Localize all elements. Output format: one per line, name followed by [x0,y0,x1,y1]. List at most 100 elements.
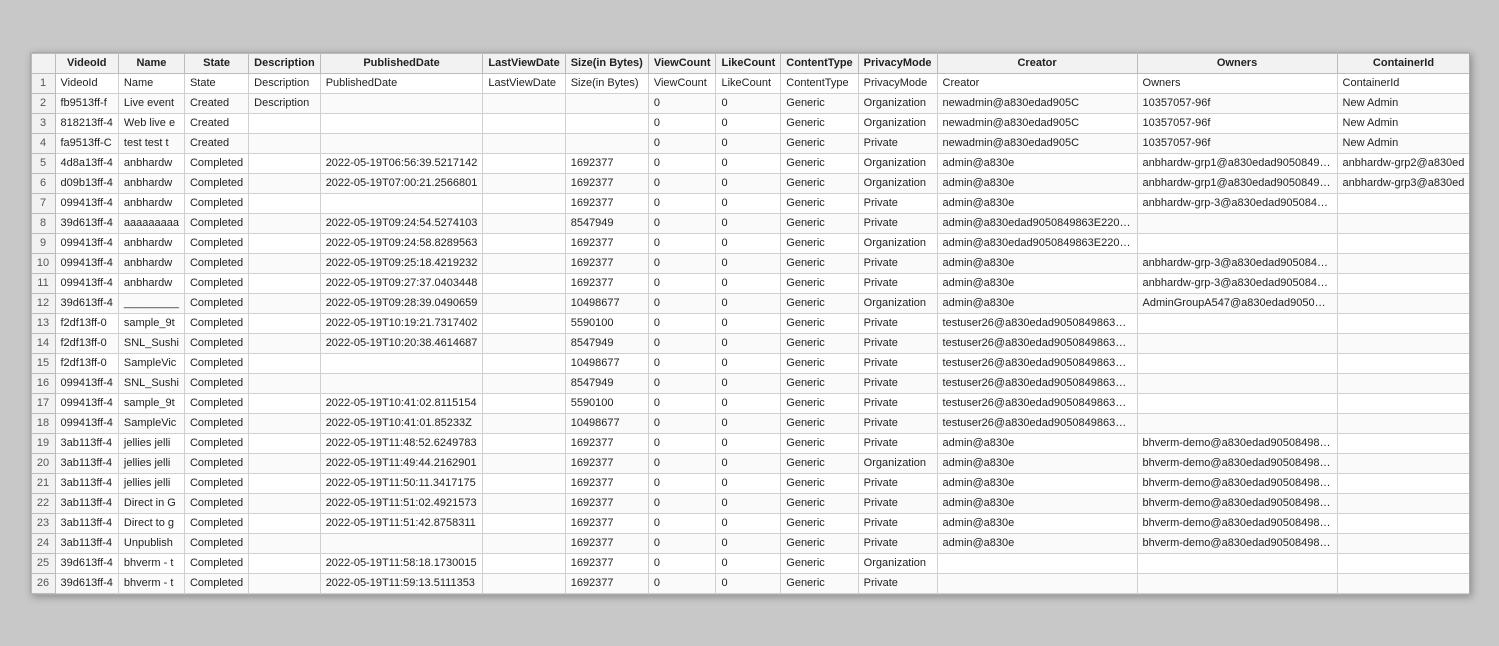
table-cell [249,193,321,213]
table-cell [483,433,565,453]
table-cell: SampleVic [118,353,184,373]
table-row: 16099413ff-4SNL_SushiCompleted854794900G… [31,373,1469,393]
table-cell: 0 [648,573,716,593]
spreadsheet-container: VideoIdNameStateDescriptionPublishedDate… [30,52,1470,595]
table-cell: 0 [648,293,716,313]
table-cell: 2022-05-19T11:51:02.4921573 [320,493,483,513]
table-cell: Completed [184,573,248,593]
table-cell: 2022-05-19T11:49:44.2162901 [320,453,483,473]
table-cell [1337,393,1468,413]
table-cell [483,453,565,473]
table-cell: 0 [648,213,716,233]
row-number-cell: 16 [31,373,55,393]
table-cell: 10357057-96f [1137,113,1337,133]
table-cell [1337,493,1468,513]
table-cell [1337,313,1468,333]
table-cell: anbhardw-grp3@a830ed [1337,173,1468,193]
table-cell [249,293,321,313]
row-number-cell: 6 [31,173,55,193]
table-cell: 818213ff-4 [55,113,118,133]
table-cell [320,373,483,393]
table-cell: Creator [937,73,1137,93]
col-header-publisheddate: PublishedDate [320,53,483,73]
table-cell: New Admin [1337,93,1468,113]
col-header-owners: Owners [1137,53,1337,73]
table-cell: 3ab113ff-4 [55,453,118,473]
table-cell: bhverm-demo@a830edad9050849863E22033000.… [1137,473,1337,493]
column-headers: VideoIdNameStateDescriptionPublishedDate… [31,53,1469,73]
table-cell: 39d613ff-4 [55,213,118,233]
table-cell [1337,233,1468,253]
table-cell: 3ab113ff-4 [55,473,118,493]
table-cell: anbhardw-grp-3@a830edad9050849863E220330… [1137,193,1337,213]
table-cell: ViewCount [648,73,716,93]
table-row: 11099413ff-4anbhardwCompleted2022-05-19T… [31,273,1469,293]
table-cell: Generic [781,113,858,133]
table-cell: admin@a830e [937,493,1137,513]
table-cell: Generic [781,153,858,173]
table-cell [937,553,1137,573]
table-cell: bhverm-demo@a830edad9050849863E22033000.… [1137,453,1337,473]
table-cell: 1692377 [565,273,648,293]
table-cell: 099413ff-4 [55,253,118,273]
table-cell [249,513,321,533]
table-cell: Organization [858,233,937,253]
table-cell [565,133,648,153]
table-cell: 0 [648,493,716,513]
table-row: 2fb9513ff-fLive eventCreatedDescription0… [31,93,1469,113]
table-cell: 1692377 [565,513,648,533]
table-cell: testuser26@a830edad9050849863E22033000.o… [937,373,1137,393]
table-cell: Completed [184,193,248,213]
table-row: 1239d613ff-4_________Completed2022-05-19… [31,293,1469,313]
table-cell [249,373,321,393]
table-cell: New Admin [1337,133,1468,153]
table-cell: 0 [716,333,781,353]
table-cell [320,353,483,373]
table-cell: 3ab113ff-4 [55,433,118,453]
table-cell: aaaaaaaaa [118,213,184,233]
table-cell: admin@a830e [937,513,1137,533]
table-row: 14f2df13ff-0SNL_SushiCompleted2022-05-19… [31,333,1469,353]
table-cell: 2022-05-19T06:56:39.5217142 [320,153,483,173]
table-cell [1337,253,1468,273]
table-cell: 1692377 [565,453,648,473]
spreadsheet-wrapper[interactable]: VideoIdNameStateDescriptionPublishedDate… [31,53,1469,594]
table-cell: 0 [648,433,716,453]
table-cell: 0 [716,133,781,153]
table-cell: Private [858,193,937,213]
table-cell: admin@a830edad9050849863E22033000.onmicr… [937,233,1137,253]
table-cell: Generic [781,473,858,493]
table-cell [483,473,565,493]
table-cell: Completed [184,213,248,233]
table-cell: Completed [184,273,248,293]
table-cell: 2022-05-19T09:28:39.0490659 [320,293,483,313]
table-body: 1VideoIdNameStateDescriptionPublishedDat… [31,73,1469,593]
table-row: 6d09b13ff-4anbhardwCompleted2022-05-19T0… [31,173,1469,193]
table-cell: Organization [858,173,937,193]
table-cell: 0 [716,93,781,113]
table-cell: 3ab113ff-4 [55,493,118,513]
table-cell [565,93,648,113]
table-cell: Private [858,573,937,593]
table-cell: Private [858,313,937,333]
table-cell [249,413,321,433]
col-header-name: Name [118,53,184,73]
table-cell: 0 [716,213,781,233]
table-cell: Private [858,333,937,353]
table-cell: 8547949 [565,213,648,233]
row-number-cell: 23 [31,513,55,533]
table-row: 233ab113ff-4Direct to gCompleted2022-05-… [31,513,1469,533]
table-cell: 39d613ff-4 [55,293,118,313]
table-cell: admin@a830edad9050849863E22033000.onmicr… [937,213,1137,233]
table-cell: anbhardw [118,253,184,273]
table-cell [249,333,321,353]
col-header-videoid: VideoId [55,53,118,73]
table-cell: 0 [648,193,716,213]
row-number-cell: 13 [31,313,55,333]
table-cell: 0 [648,373,716,393]
table-cell: Unpublish [118,533,184,553]
table-cell: testuser26@a830edad9050849863E22033000.o… [937,313,1137,333]
table-cell: anbhardw-grp-3@a830edad9050849863E220330… [1137,253,1337,273]
table-cell: jellies jelli [118,453,184,473]
table-cell: Completed [184,333,248,353]
